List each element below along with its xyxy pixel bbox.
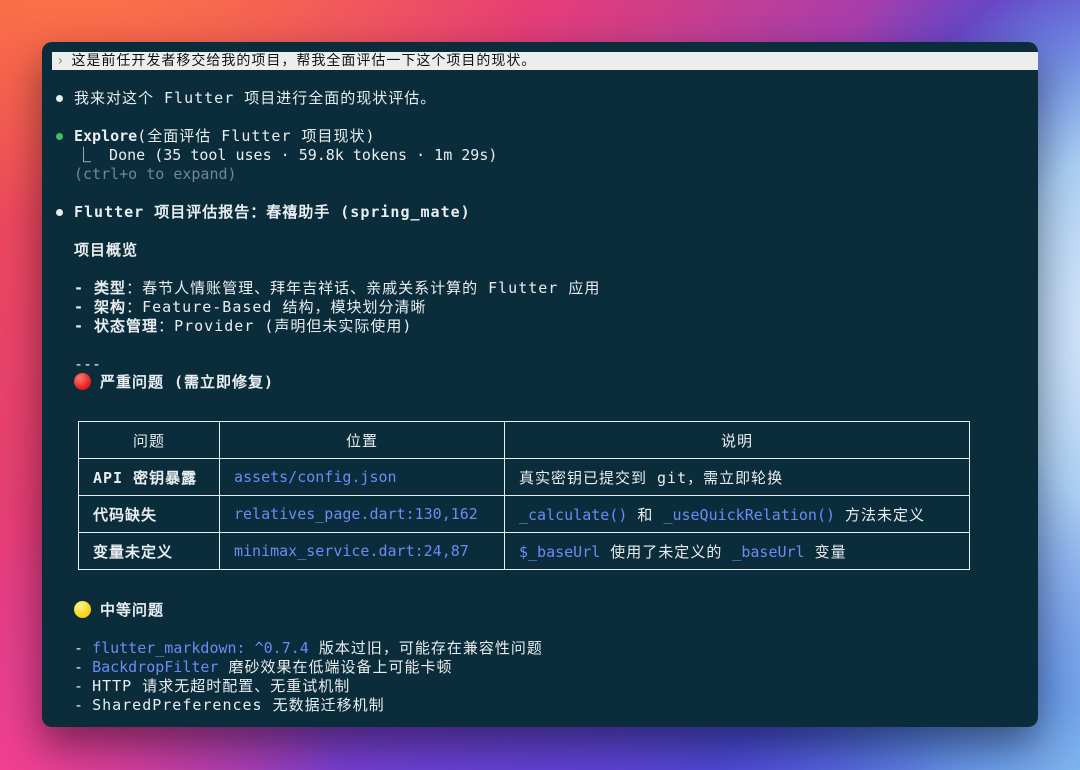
issue-name-cell: API 密钥暴露	[78, 458, 220, 496]
prompt-chevron-icon: ›	[56, 53, 66, 69]
description-text: 和	[627, 505, 664, 524]
moderate-issue-item: - flutter_markdown: ^0.7.4 版本过旧，可能存在兼容性问…	[74, 639, 543, 657]
code-snippet: _baseUrl	[732, 542, 805, 561]
table-row: 代码缺失 relatives_page.dart:130,162 _calculat…	[78, 495, 970, 533]
issue-location-cell: minimax_service.dart:24,87	[219, 532, 505, 570]
moderate-issue-item: - BackdropFilter 磨砂效果在低端设备上可能卡顿	[74, 658, 453, 676]
description-text: 真实密钥已提交到 git，需立即轮换	[519, 468, 784, 487]
column-header: 问题	[78, 421, 220, 459]
issue-description-cell: $_baseUrl 使用了未定义的 _baseUrl 变量	[504, 532, 970, 570]
column-header: 说明	[504, 421, 970, 459]
description-text: 变量	[804, 542, 847, 561]
intro-message: 我来对这个 Flutter 项目进行全面的现状评估。	[74, 89, 437, 107]
moderate-issue-item: - HTTP 请求无超时配置、无重试机制	[74, 677, 351, 695]
code-snippet: flutter_markdown: ^0.7.4	[92, 639, 309, 657]
code-snippet: _calculate()	[519, 505, 628, 524]
bullet-icon	[56, 95, 63, 102]
description-text: 使用了未定义的	[600, 542, 733, 561]
tool-status-bullet-icon	[56, 133, 63, 140]
moderate-issue-item: - SharedPreferences 无数据迁移机制	[74, 696, 385, 714]
issue-text: HTTP 请求无超时配置、无重试机制	[92, 677, 351, 695]
tool-args: (全面评估 Flutter 项目现状)	[137, 127, 376, 145]
issue-location-cell: relatives_page.dart:130,162	[219, 495, 505, 533]
tool-call-line: Explore(全面评估 Flutter 项目现状)	[74, 127, 376, 146]
tool-name: Explore	[74, 127, 138, 145]
issue-name-cell: 代码缺失	[78, 495, 220, 533]
overview-heading: 项目概览	[74, 241, 139, 259]
column-header: 位置	[219, 421, 505, 459]
issue-text: 磨砂效果在低端设备上可能卡顿	[218, 658, 453, 676]
code-snippet: BackdropFilter	[92, 658, 219, 676]
overview-item: - 架构：Feature-Based 结构，模块划分清晰	[74, 298, 427, 316]
table-row: API 密钥暴露 assets/config.json 真实密钥已提交到 git，需…	[78, 458, 970, 496]
user-prompt: › 这是前任开发者移交给我的项目，帮我全面评估一下这个项目的现状。	[52, 52, 1038, 70]
critical-heading: 严重问题 (需立即修复)	[74, 373, 274, 392]
issue-location-cell: assets/config.json	[219, 458, 505, 496]
expand-hint[interactable]: (ctrl+o to expand)	[74, 165, 237, 184]
issue-text: SharedPreferences 无数据迁移机制	[92, 696, 385, 714]
code-snippet: _useQuickRelation()	[663, 505, 836, 524]
red-circle-icon	[74, 373, 91, 390]
overview-item: - 类型：春节人情账管理、拜年吉祥话、亲戚关系计算的 Flutter 应用	[74, 279, 601, 297]
issue-description-cell: 真实密钥已提交到 git，需立即轮换	[504, 458, 970, 496]
tool-result: ⎿ Done (35 tool uses · 59.8k tokens · 1m…	[76, 146, 498, 164]
issue-name-cell: 变量未定义	[78, 532, 220, 570]
issue-text: 版本过旧，可能存在兼容性问题	[308, 639, 543, 657]
moderate-heading: 中等问题	[74, 601, 164, 620]
overview-item: - 状态管理：Provider (声明但未实际使用)	[74, 317, 413, 335]
table-header-row: 问题 位置 说明	[78, 421, 970, 459]
yellow-circle-icon	[74, 601, 91, 618]
report-title: Flutter 项目评估报告：春禧助手 (spring_mate)	[74, 203, 471, 221]
critical-issues-table: 问题 位置 说明 API 密钥暴露 assets/config.json 真实密钥已…	[78, 421, 970, 570]
terminal-window: › 这是前任开发者移交给我的项目，帮我全面评估一下这个项目的现状。 我来对这个 F…	[42, 42, 1038, 727]
separator: ---	[74, 355, 102, 373]
bullet-icon	[56, 209, 63, 216]
description-text: 方法未定义	[835, 505, 926, 524]
table-row: 变量未定义 minimax_service.dart:24,87 $_baseUrl…	[78, 532, 970, 570]
prompt-text: 这是前任开发者移交给我的项目，帮我全面评估一下这个项目的现状。	[71, 53, 537, 69]
issue-description-cell: _calculate() 和 _useQuickRelation() 方法未定义	[504, 495, 970, 533]
code-snippet: $_baseUrl	[519, 542, 601, 561]
